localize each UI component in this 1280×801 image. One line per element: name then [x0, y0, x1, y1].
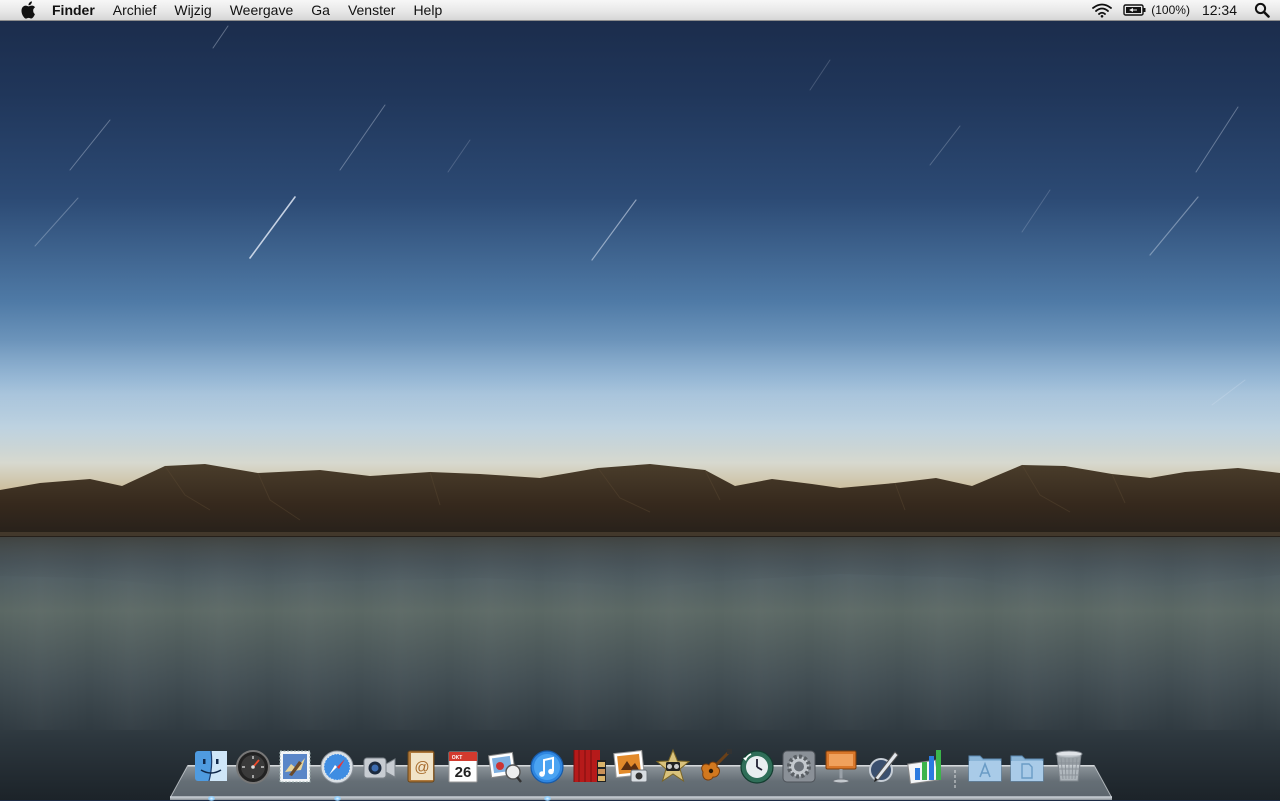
apple-icon[interactable]: [14, 0, 41, 21]
menu-weergave[interactable]: Weergave: [221, 0, 303, 21]
dock: @ OKT 26: [193, 742, 1093, 801]
numbers-chart-icon: [907, 750, 941, 784]
desktop-wallpaper: [0, 0, 1280, 800]
dock-item-address-book[interactable]: @: [403, 748, 439, 788]
dock-item-preview[interactable]: [487, 748, 523, 788]
photo-booth-icon: [573, 750, 606, 782]
dock-item-mail[interactable]: [277, 748, 313, 788]
photos-icon: [488, 751, 522, 783]
shoreline: [0, 532, 1280, 536]
running-indicator: [544, 796, 551, 801]
mountain-reflection: [0, 537, 1280, 590]
dock-item-iphoto[interactable]: [613, 748, 649, 788]
finder-icon: [195, 750, 227, 782]
garageband-guitar-icon: [701, 749, 732, 781]
battery-percentage: (100%): [1151, 3, 1190, 17]
menu-venster[interactable]: Venster: [339, 0, 404, 21]
documents-folder-icon: [1010, 755, 1044, 782]
dock-item-dashboard[interactable]: [235, 748, 271, 788]
wifi-icon[interactable]: [1091, 2, 1113, 18]
iphoto-icon: [613, 750, 648, 783]
dock-item-numbers[interactable]: [907, 748, 943, 788]
mountain-range: [0, 464, 1280, 537]
star-trails: [34, 25, 1246, 406]
dock-separator: [949, 748, 961, 788]
dock-item-garageband[interactable]: [697, 748, 733, 788]
dock-item-keynote[interactable]: [823, 748, 859, 788]
facetime-camera-icon: [363, 757, 396, 779]
menu-app-name[interactable]: Finder: [41, 0, 104, 21]
imovie-star-icon: [655, 748, 691, 783]
address-book-icon: @: [407, 750, 435, 783]
calendar-day: 26: [455, 764, 472, 781]
apple-logo: [20, 1, 35, 19]
dock-item-trash[interactable]: [1051, 748, 1087, 788]
running-indicator: [208, 796, 215, 801]
battery-charging-icon[interactable]: [1123, 3, 1147, 17]
dock-item-pages[interactable]: [865, 748, 901, 788]
menu-bar-status-area: (100%) 12:34: [1091, 0, 1280, 21]
trash-icon: [1055, 750, 1083, 782]
pages-pen-icon: [869, 751, 899, 782]
applications-folder-icon: [968, 755, 1002, 782]
dock-item-finder[interactable]: [193, 748, 229, 801]
safari-compass-icon: [320, 750, 354, 784]
dashboard-icon: [236, 750, 270, 784]
dock-item-itunes[interactable]: [529, 748, 565, 801]
system-preferences-gear-icon: [782, 750, 816, 783]
itunes-icon: [530, 750, 564, 784]
calendar-icon: OKT 26: [448, 751, 478, 783]
wallpaper-scenery: [0, 25, 1280, 590]
menu-archief[interactable]: Archief: [104, 0, 166, 21]
dock-item-ical[interactable]: OKT 26: [445, 748, 481, 788]
dock-item-time-machine[interactable]: [739, 748, 775, 788]
keynote-podium-icon: [825, 750, 857, 784]
menu-bar-clock[interactable]: 12:34: [1202, 2, 1237, 18]
spotlight-search-icon[interactable]: [1254, 2, 1270, 18]
running-indicator: [334, 796, 341, 801]
time-machine-icon: [740, 750, 774, 784]
dock-item-imovie[interactable]: [655, 748, 691, 788]
dock-stack-applications[interactable]: [967, 748, 1003, 788]
dock-item-facetime[interactable]: [361, 748, 397, 788]
menu-wijzig[interactable]: Wijzig: [165, 0, 220, 21]
mail-stamp-icon: [279, 750, 311, 783]
menu-bar: Finder Archief Wijzig Weergave Ga Venste…: [0, 0, 1280, 21]
dock-item-photo-booth[interactable]: [571, 748, 607, 788]
dock-item-safari[interactable]: [319, 748, 355, 801]
menu-ga[interactable]: Ga: [302, 0, 339, 21]
calendar-month: OKT: [452, 755, 463, 761]
dock-stack-documents[interactable]: [1009, 748, 1045, 788]
dock-item-system-preferences[interactable]: [781, 748, 817, 788]
svg-text:@: @: [414, 759, 429, 776]
menu-help[interactable]: Help: [404, 0, 451, 21]
